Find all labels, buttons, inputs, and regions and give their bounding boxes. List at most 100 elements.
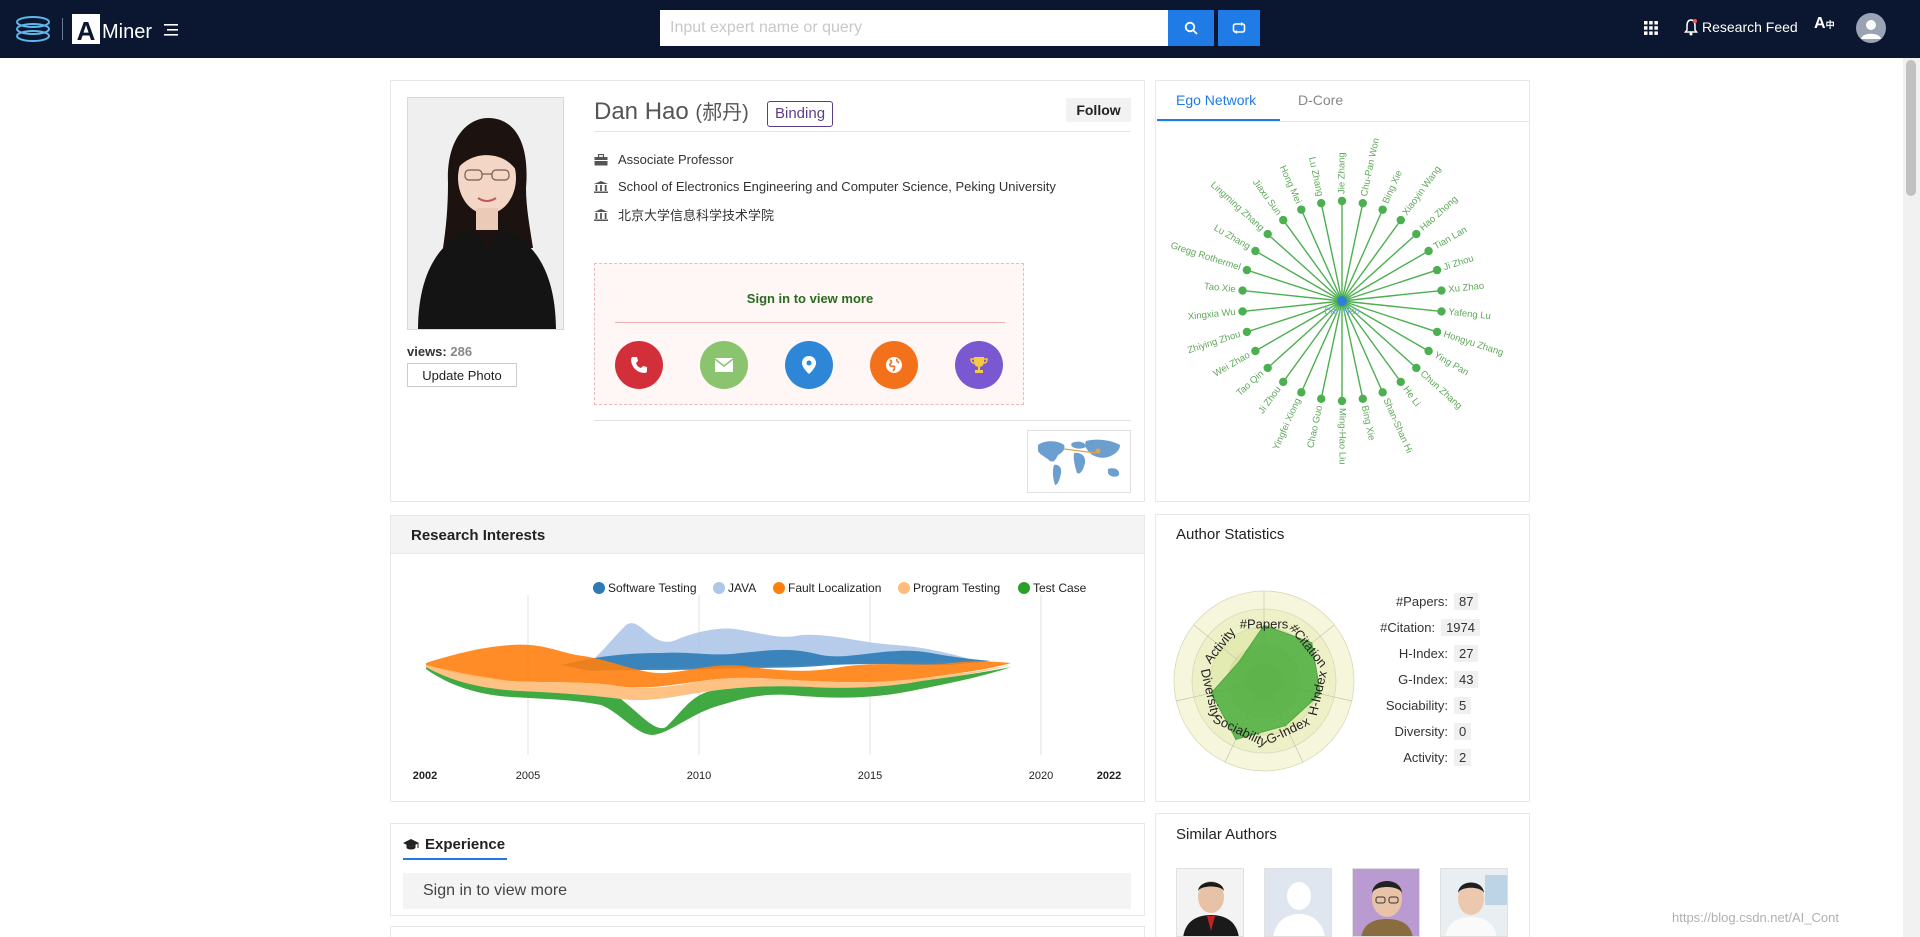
ego-node-label[interactable]: Bing Xie [1381, 169, 1405, 206]
legend-item[interactable]: Program Testing [898, 581, 1000, 595]
ego-node[interactable] [1279, 215, 1288, 225]
ego-node[interactable] [1279, 377, 1288, 387]
ego-node-label[interactable]: Chao Guo [1305, 405, 1325, 450]
apps-grid-icon[interactable] [1644, 21, 1658, 35]
name-divider [594, 131, 1131, 132]
briefcase-icon [594, 153, 608, 165]
ego-center-node[interactable] [1337, 296, 1347, 306]
ego-node-label[interactable]: Lu Zhang [1306, 156, 1325, 198]
ego-node[interactable] [1242, 265, 1252, 275]
ego-node[interactable] [1263, 229, 1272, 239]
ego-node-label[interactable]: Zhiying Zhou [1186, 329, 1242, 356]
ego-node[interactable] [1242, 327, 1252, 337]
ego-node[interactable] [1337, 196, 1347, 206]
ego-node[interactable] [1437, 286, 1446, 295]
ego-node[interactable] [1396, 215, 1405, 225]
ego-node[interactable] [1424, 246, 1433, 256]
ego-node[interactable] [1396, 377, 1405, 387]
ego-node-label[interactable]: Yafeng Lu [1448, 307, 1492, 322]
ego-node[interactable] [1358, 198, 1367, 208]
ego-node[interactable] [1412, 363, 1421, 373]
phone-button[interactable] [615, 341, 663, 389]
ego-node[interactable] [1432, 327, 1442, 337]
ego-node[interactable] [1297, 205, 1306, 214]
page-scrollbar-thumb[interactable] [1906, 60, 1916, 196]
ego-node-label[interactable]: Tao Qin [1234, 369, 1266, 399]
ego-node[interactable] [1297, 388, 1306, 397]
awards-button[interactable] [955, 341, 1003, 389]
ego-node-label[interactable]: Hongyu Zhang [1442, 329, 1505, 359]
acemap-logo[interactable] [14, 14, 52, 44]
tab-ego-network[interactable]: Ego Network [1176, 92, 1256, 108]
ego-network-graph[interactable]: Jie Zhang Chu-Pan WonBing XieXiaoyin Wang… [1156, 122, 1529, 500]
ego-node-label[interactable]: Gregg Rothermel [1169, 240, 1242, 273]
aminer-logo[interactable]: A Miner [72, 12, 152, 46]
ego-node[interactable] [1437, 307, 1446, 316]
experience-signin-prompt[interactable]: Sign in to view more [403, 873, 1131, 909]
ego-node-label[interactable]: Tian Lan [1432, 224, 1469, 252]
signin-prompt[interactable]: Sign in to view more [595, 291, 1025, 306]
legend-item[interactable]: JAVA [713, 581, 756, 595]
menu-icon[interactable] [164, 24, 178, 36]
ego-node-label[interactable]: Bing Xie [1359, 405, 1377, 442]
ego-node-label[interactable]: Hao Zhong [1418, 194, 1460, 234]
ego-node[interactable] [1358, 394, 1367, 404]
legend-item[interactable]: Software Testing [593, 581, 697, 595]
ego-node-label[interactable]: Ying Pan [1432, 350, 1471, 379]
ego-node[interactable] [1412, 229, 1421, 239]
legend-item[interactable]: Test Case [1018, 581, 1086, 595]
ego-node-label[interactable]: Jie Zhang [1337, 152, 1348, 194]
ego-node[interactable] [1424, 346, 1433, 356]
follow-button[interactable]: Follow [1066, 98, 1131, 122]
ego-node-label[interactable]: Ming-Hao Liu [1336, 408, 1347, 465]
ego-node[interactable] [1378, 205, 1387, 214]
research-interests-header: Research Interests [391, 516, 1144, 554]
ego-node-label[interactable]: He Li [1400, 384, 1422, 408]
ego-node[interactable] [1238, 307, 1247, 316]
ego-node-label[interactable]: Lu Zhang [1212, 223, 1252, 253]
binding-badge[interactable]: Binding [767, 101, 834, 127]
similar-author-photo[interactable] [1440, 868, 1508, 937]
ego-node-label[interactable]: Jiaxu Sun [1250, 177, 1283, 217]
ego-node[interactable] [1317, 394, 1326, 404]
language-switch-icon[interactable]: A中 [1814, 15, 1836, 37]
ego-node[interactable] [1238, 286, 1247, 295]
switch-search-button[interactable] [1218, 10, 1260, 46]
legend-item[interactable]: Fault Localization [773, 581, 881, 595]
ego-node[interactable] [1251, 246, 1260, 256]
profile-portrait [408, 98, 563, 329]
ego-node-label[interactable]: Shan-Shan Hi [1380, 397, 1414, 456]
ego-node[interactable] [1337, 396, 1347, 406]
ego-node-label[interactable]: Tao Xie [1203, 281, 1236, 295]
ego-node-label[interactable]: Chu-Pan Won [1359, 137, 1382, 197]
ego-node-label[interactable]: Yingfei Xiong [1271, 397, 1304, 452]
ego-node-label[interactable]: Xingxia Wu [1187, 307, 1236, 323]
stat-label: Diversity: [1394, 724, 1448, 739]
email-button[interactable] [700, 341, 748, 389]
similar-author-photo[interactable] [1264, 868, 1332, 937]
ego-node-label[interactable]: Xu Zhao [1448, 281, 1485, 296]
ego-node[interactable] [1263, 363, 1272, 373]
ego-node-label[interactable]: Ji Zhou [1256, 384, 1283, 416]
bell-icon[interactable] [1684, 18, 1698, 36]
tab-d-core[interactable]: D-Core [1298, 92, 1343, 108]
homepage-button[interactable] [870, 341, 918, 389]
ego-node-label[interactable]: Chun Zhang [1418, 369, 1464, 412]
search-button[interactable] [1168, 10, 1214, 46]
ego-node[interactable] [1251, 346, 1260, 356]
stat-label: Sociability: [1385, 698, 1448, 713]
update-photo-button[interactable]: Update Photo [407, 363, 517, 387]
similar-author-photo[interactable] [1176, 868, 1244, 937]
world-map-thumbnail[interactable] [1027, 430, 1131, 493]
similar-author-photo[interactable] [1352, 868, 1420, 937]
ego-node-label[interactable]: Hong Mei [1277, 164, 1304, 206]
ego-node-label[interactable]: Wei Zhao [1212, 350, 1253, 380]
user-avatar[interactable] [1856, 13, 1886, 43]
ego-node[interactable] [1432, 265, 1442, 275]
search-input[interactable] [660, 10, 1168, 46]
ego-node[interactable] [1317, 198, 1326, 208]
location-button[interactable] [785, 341, 833, 389]
ego-node[interactable] [1378, 388, 1387, 397]
research-feed-link[interactable]: Research Feed [1702, 19, 1798, 35]
ego-node-label[interactable]: Ji Zhou [1442, 253, 1475, 273]
